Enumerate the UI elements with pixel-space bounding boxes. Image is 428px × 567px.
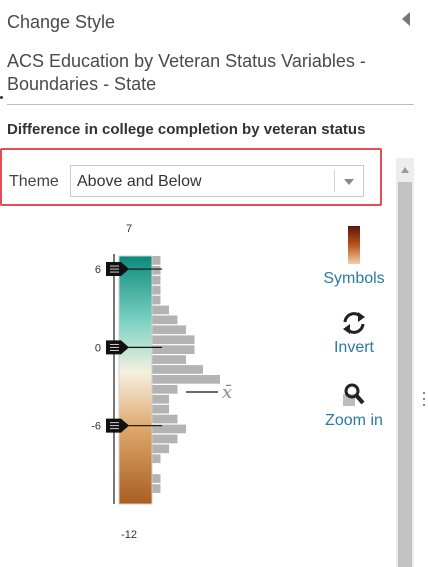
- histogram-bar: [152, 275, 161, 285]
- collapse-panel-icon[interactable]: [402, 12, 410, 26]
- mean-symbol: x̄: [222, 382, 232, 403]
- symbols-label: Symbols: [323, 270, 385, 287]
- histogram-bar: [152, 454, 161, 464]
- ramp-axis-line: [113, 254, 115, 504]
- histogram-bar: [152, 365, 203, 374]
- invert-label: Invert: [333, 339, 374, 356]
- histogram-bar: [152, 256, 161, 265]
- histogram-bar: [152, 305, 169, 315]
- ramp-min-label: -12: [121, 529, 137, 541]
- histogram-bar: [152, 385, 178, 394]
- histogram-bar: [152, 474, 161, 483]
- histogram-bar: [152, 335, 195, 345]
- histogram-bar: [152, 345, 195, 354]
- histogram-bar: [152, 355, 186, 364]
- ramp-max-label: 7: [126, 223, 132, 235]
- color-ramp-bar: [118, 255, 153, 505]
- zoom-in-button[interactable]: Zoom in: [314, 382, 394, 430]
- histogram-bar: [152, 265, 161, 275]
- handle-value-label: 6: [95, 264, 101, 276]
- symbols-button[interactable]: Symbols: [314, 226, 394, 288]
- handle-value-label: -6: [91, 421, 101, 433]
- histogram-bar: [152, 484, 161, 493]
- histogram-bar: [152, 325, 186, 335]
- magnifier-icon: [343, 383, 365, 406]
- histogram-bar: [152, 285, 161, 295]
- invert-button[interactable]: Invert: [314, 311, 394, 357]
- histogram-bar: [152, 315, 178, 325]
- histogram-bar: [152, 394, 169, 404]
- handle-value-label: 0: [95, 342, 101, 354]
- scroll-up-icon[interactable]: [401, 167, 409, 173]
- refresh-icon: [343, 312, 365, 334]
- histogram-bar: [152, 434, 178, 444]
- vertical-scrollbar[interactable]: [396, 158, 414, 567]
- histogram-bar: [152, 295, 161, 305]
- panel-resize-handle[interactable]: [423, 392, 426, 412]
- histogram-bar: [152, 414, 178, 424]
- color-ramp-slider: 7 -12 6 0 -6 x̄: [91, 223, 232, 541]
- select-separator: [334, 170, 335, 192]
- zoom-in-label: Zoom in: [325, 412, 383, 429]
- histogram: [152, 256, 220, 493]
- color-ramp-swatch-icon: [348, 226, 360, 264]
- histogram-bar: [152, 404, 169, 414]
- scrollbar-thumb[interactable]: [398, 182, 412, 567]
- chevron-down-icon[interactable]: [344, 179, 354, 185]
- histogram-bar: [152, 375, 220, 384]
- histogram-bar: [152, 444, 169, 454]
